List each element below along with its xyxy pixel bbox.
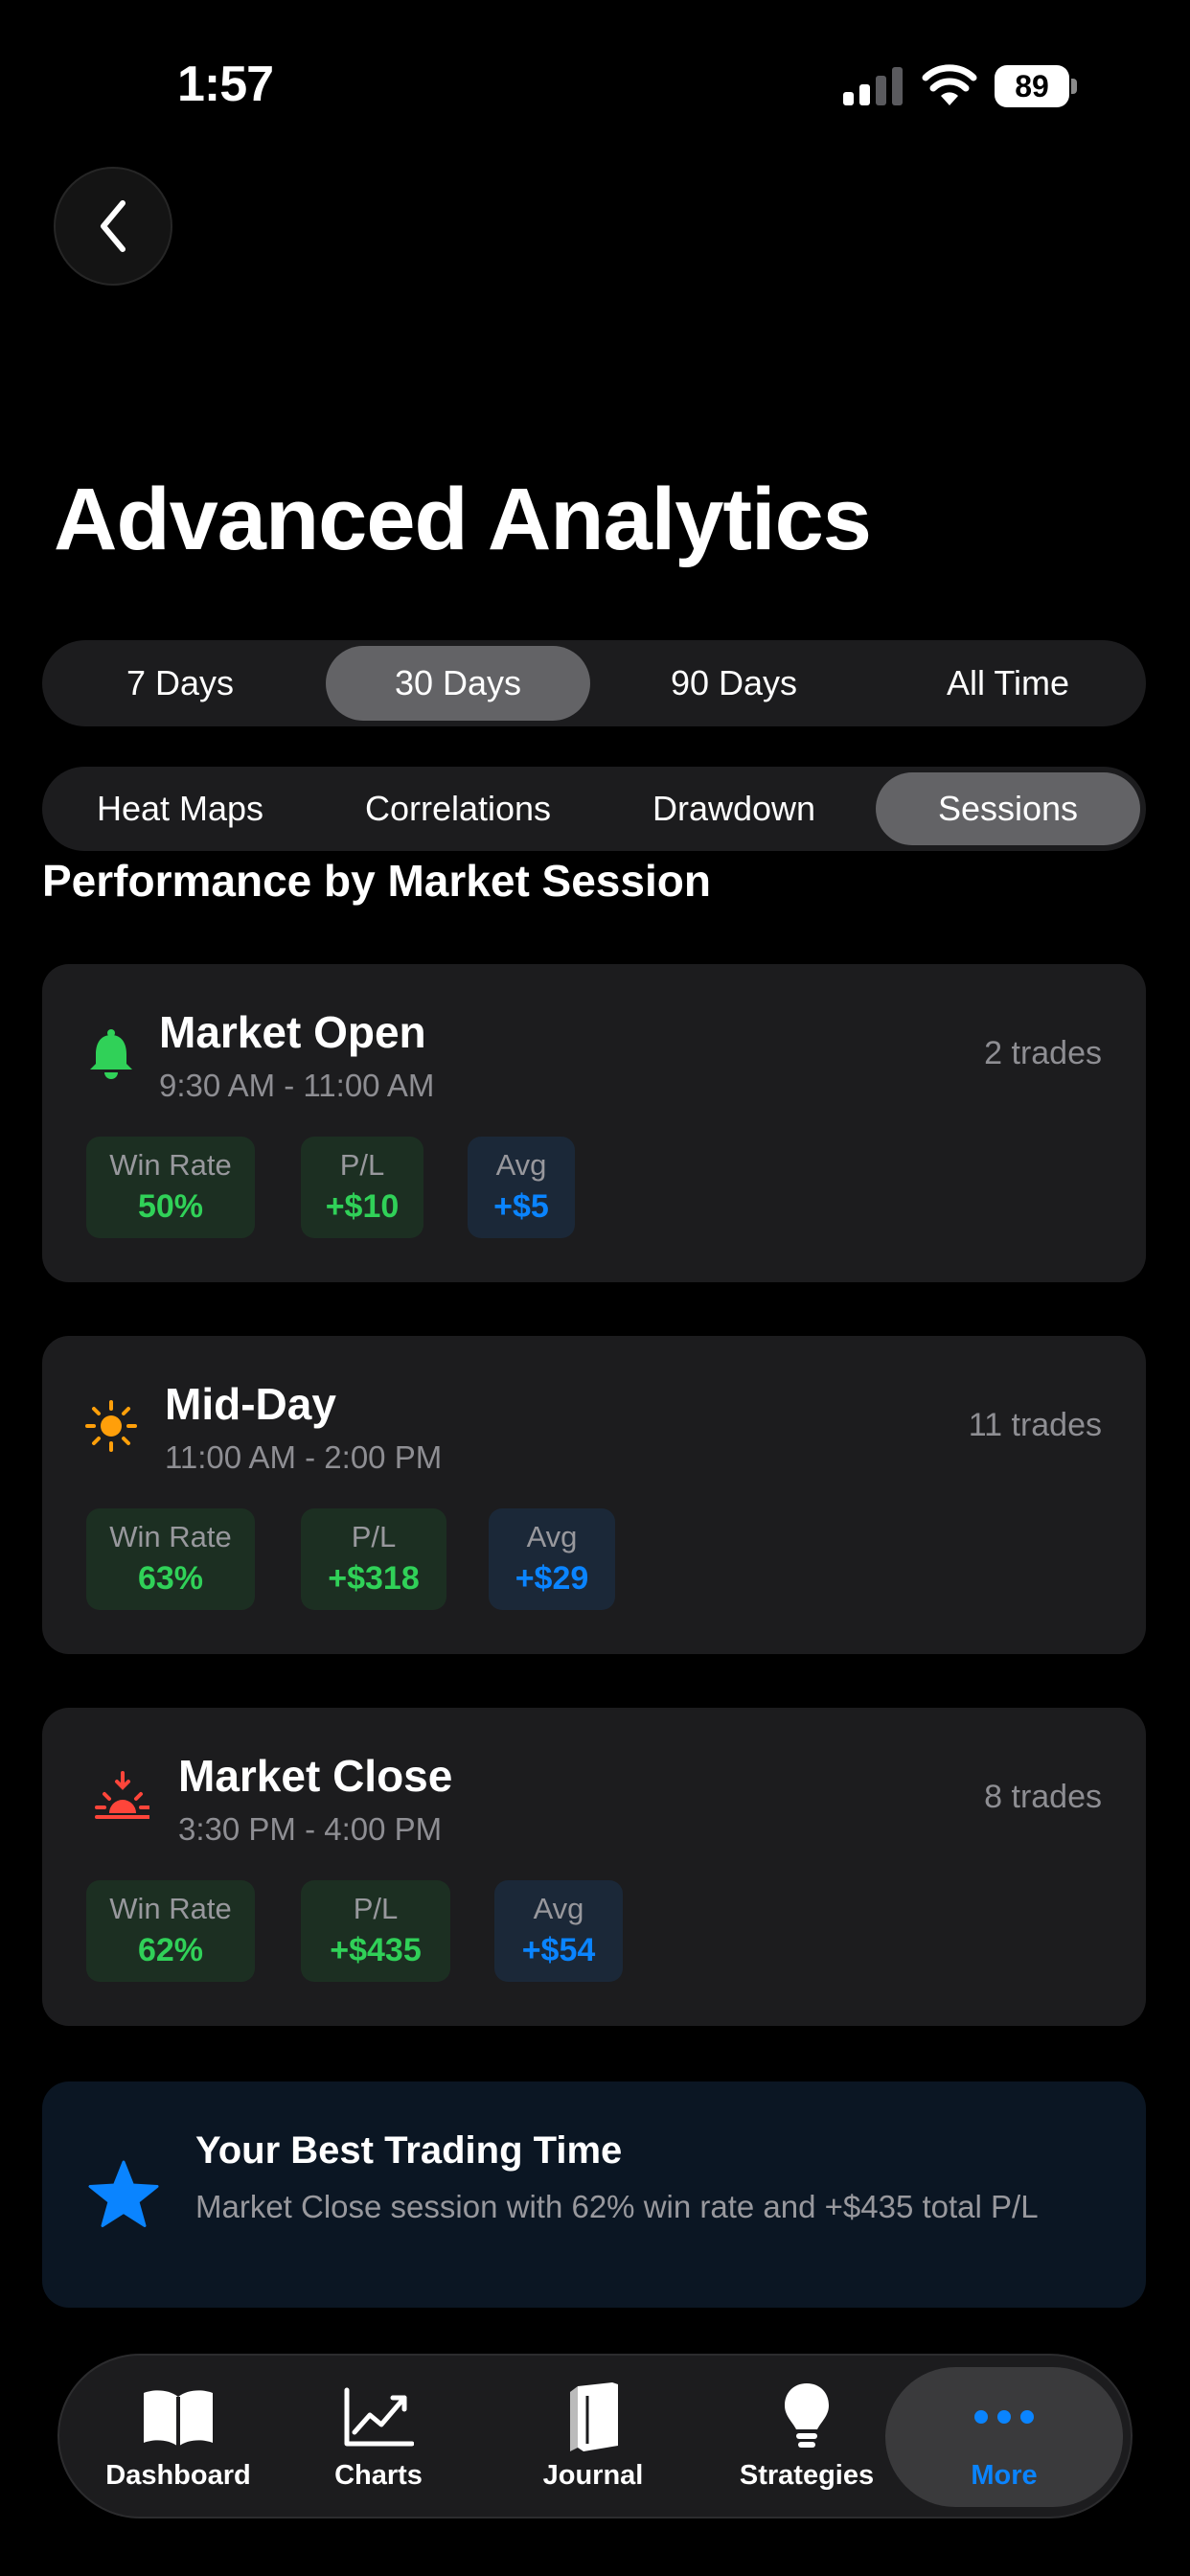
battery-level: 89 bbox=[1015, 69, 1049, 104]
win-rate-label: Win Rate bbox=[109, 1148, 232, 1182]
sun-icon bbox=[85, 1400, 137, 1452]
win-rate-stat: Win Rate 62% bbox=[86, 1880, 255, 1982]
avg-stat: Avg +$29 bbox=[489, 1508, 615, 1610]
session-card-market-open[interactable]: Market Open 9:30 AM - 11:00 AM 2 trades … bbox=[42, 964, 1146, 1282]
page-title: Advanced Analytics bbox=[54, 471, 872, 568]
win-rate-label: Win Rate bbox=[109, 1520, 232, 1553]
avg-value: +$29 bbox=[515, 1560, 589, 1597]
pl-value: +$435 bbox=[330, 1932, 422, 1968]
pl-value: +$318 bbox=[328, 1560, 420, 1597]
avg-stat: Avg +$5 bbox=[468, 1137, 575, 1238]
bell-icon bbox=[90, 1029, 132, 1079]
tab-label: Strategies bbox=[739, 2459, 875, 2491]
time-range-selector: 7 Days 30 Days 90 Days All Time bbox=[42, 640, 1146, 726]
session-name: Market Close bbox=[178, 1751, 453, 1801]
tab-charts[interactable]: Charts bbox=[307, 2367, 450, 2507]
tab-more[interactable]: More bbox=[885, 2367, 1123, 2507]
win-rate-stat: Win Rate 63% bbox=[86, 1508, 255, 1610]
lightbulb-icon bbox=[785, 2382, 829, 2448]
tab-label: Dashboard bbox=[105, 2459, 251, 2491]
win-rate-stat: Win Rate 50% bbox=[86, 1137, 255, 1238]
session-hours: 3:30 PM - 4:00 PM bbox=[178, 1811, 443, 1847]
win-rate-value: 50% bbox=[137, 1188, 204, 1225]
range-tab-7-days[interactable]: 7 Days bbox=[48, 646, 312, 721]
tab-correlations[interactable]: Correlations bbox=[326, 772, 590, 845]
avg-value: +$5 bbox=[493, 1188, 549, 1225]
best-time-title: Your Best Trading Time bbox=[195, 2129, 623, 2172]
wifi-icon bbox=[922, 64, 977, 105]
avg-stat: Avg +$54 bbox=[494, 1880, 623, 1982]
session-card-market-close[interactable]: Market Close 3:30 PM - 4:00 PM 8 trades … bbox=[42, 1708, 1146, 2026]
avg-label: Avg bbox=[526, 1520, 578, 1553]
range-tab-30-days[interactable]: 30 Days bbox=[326, 646, 590, 721]
sunset-icon bbox=[95, 1771, 149, 1819]
tab-label: Journal bbox=[542, 2459, 644, 2491]
range-tab-all-time[interactable]: All Time bbox=[876, 646, 1140, 721]
analytics-view-selector: Heat Maps Correlations Drawdown Sessions bbox=[42, 767, 1146, 851]
session-trade-count: 8 trades bbox=[984, 1779, 1102, 1815]
avg-value: +$54 bbox=[521, 1932, 596, 1968]
journal-icon bbox=[570, 2381, 618, 2451]
best-trading-time-card: Your Best Trading Time Market Close sess… bbox=[42, 2082, 1146, 2308]
tab-sessions[interactable]: Sessions bbox=[876, 772, 1140, 845]
session-card-mid-day[interactable]: Mid-Day 11:00 AM - 2:00 PM 11 trades Win… bbox=[42, 1336, 1146, 1654]
best-time-description: Market Close session with 62% win rate a… bbox=[195, 2189, 1039, 2224]
tab-label: More bbox=[971, 2459, 1038, 2491]
range-tab-90-days[interactable]: 90 Days bbox=[602, 646, 866, 721]
battery-icon: 89 bbox=[995, 65, 1079, 107]
ellipsis-icon bbox=[974, 2409, 1034, 2424]
session-name: Market Open bbox=[159, 1007, 426, 1057]
back-button[interactable] bbox=[54, 167, 172, 286]
tab-bar: Dashboard Charts Journal Strategies More bbox=[57, 2354, 1133, 2518]
tab-journal[interactable]: Journal bbox=[521, 2367, 665, 2507]
win-rate-value: 62% bbox=[137, 1932, 204, 1968]
pl-value: +$10 bbox=[325, 1188, 400, 1225]
chart-line-icon bbox=[344, 2387, 414, 2446]
chevron-left-icon bbox=[101, 200, 126, 252]
avg-label: Avg bbox=[495, 1148, 547, 1182]
pl-stat: P/L +$318 bbox=[301, 1508, 446, 1610]
win-rate-value: 63% bbox=[137, 1560, 204, 1597]
pl-label: P/L bbox=[353, 1892, 399, 1925]
tab-strategies[interactable]: Strategies bbox=[719, 2367, 895, 2507]
cellular-signal-icon bbox=[843, 67, 903, 105]
status-bar: 1:57 89 bbox=[0, 0, 1190, 172]
pl-stat: P/L +$10 bbox=[301, 1137, 423, 1238]
status-time: 1:57 bbox=[177, 57, 274, 112]
session-hours: 11:00 AM - 2:00 PM bbox=[165, 1439, 443, 1475]
session-name: Mid-Day bbox=[165, 1379, 336, 1429]
tab-drawdown[interactable]: Drawdown bbox=[602, 772, 866, 845]
star-icon bbox=[88, 2160, 159, 2227]
tab-heat-maps[interactable]: Heat Maps bbox=[48, 772, 312, 845]
section-title: Performance by Market Session bbox=[42, 856, 711, 906]
pl-label: P/L bbox=[351, 1520, 397, 1553]
session-trade-count: 11 trades bbox=[968, 1407, 1102, 1443]
session-trade-count: 2 trades bbox=[984, 1035, 1102, 1071]
book-icon bbox=[144, 2389, 213, 2447]
tab-dashboard[interactable]: Dashboard bbox=[92, 2367, 264, 2507]
avg-label: Avg bbox=[533, 1892, 584, 1925]
win-rate-label: Win Rate bbox=[109, 1892, 232, 1925]
pl-stat: P/L +$435 bbox=[301, 1880, 450, 1982]
session-hours: 9:30 AM - 11:00 AM bbox=[159, 1068, 435, 1103]
pl-label: P/L bbox=[339, 1148, 385, 1182]
tab-label: Charts bbox=[334, 2459, 423, 2491]
